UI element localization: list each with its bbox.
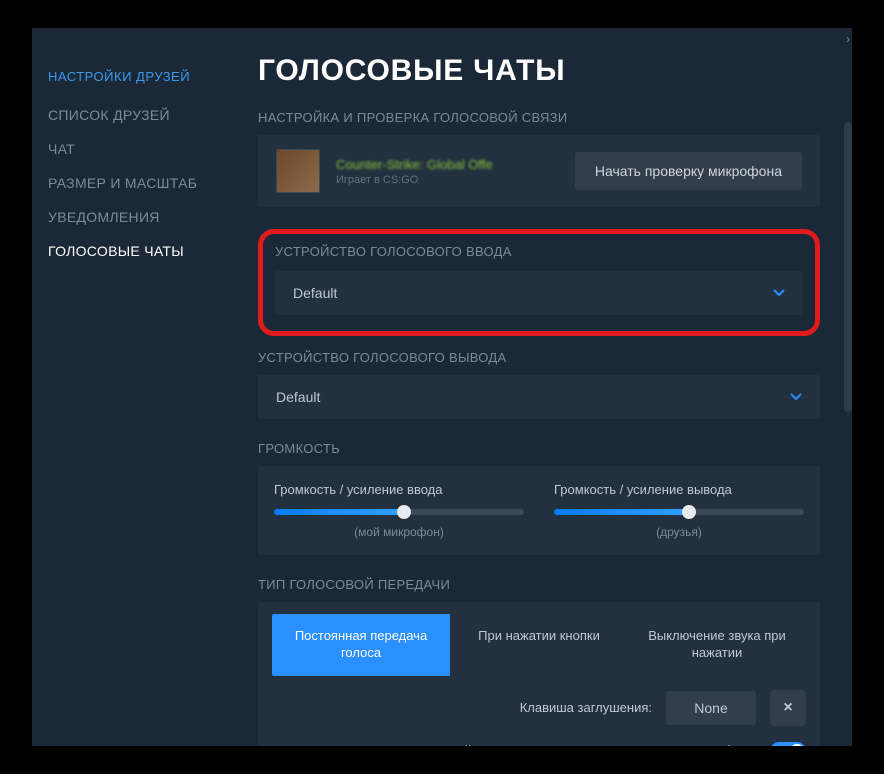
- input-gain-slider[interactable]: [274, 509, 524, 515]
- sidebar-item-size-scale[interactable]: РАЗМЕР И МАСШТАБ: [48, 166, 242, 200]
- input-device-dropdown[interactable]: Default: [275, 271, 803, 315]
- scrollbar[interactable]: [844, 122, 852, 412]
- output-device-value: Default: [276, 389, 320, 405]
- voice-test-panel: Counter-Strike: Global Offe Играет в CS:…: [258, 135, 820, 207]
- close-icon: ×: [783, 699, 792, 717]
- input-device-section-label: УСТРОЙСТВО ГОЛОСОВОГО ВВОДА: [275, 244, 803, 259]
- input-gain-label: Громкость / усиление ввода: [274, 482, 524, 497]
- mute-key-label: Клавиша заглушения:: [520, 700, 652, 715]
- sidebar-item-friends-list[interactable]: СПИСОК ДРУЗЕЙ: [48, 98, 242, 132]
- output-device-section-label: УСТРОЙСТВО ГОЛОСОВОГО ВЫВОДА: [258, 350, 820, 365]
- output-device-dropdown[interactable]: Default: [258, 375, 820, 419]
- game-name: Counter-Strike: Global Offe: [336, 157, 493, 172]
- transmission-tabs: Постоянная передача голоса При нажатии к…: [272, 614, 806, 676]
- tab-open-mic[interactable]: Постоянная передача голоса: [272, 614, 450, 676]
- sound-toggle[interactable]: [770, 742, 806, 746]
- voice-test-section-label: НАСТРОЙКА И ПРОВЕРКА ГОЛОСОВОЙ СВЯЗИ: [258, 110, 820, 125]
- sidebar-item-notifications[interactable]: УВЕДОМЛЕНИЯ: [48, 200, 242, 234]
- sidebar-item-voice-chats[interactable]: ГОЛОСОВЫЕ ЧАТЫ: [48, 234, 242, 268]
- input-gain-hint: (мой микрофон): [274, 525, 524, 539]
- output-gain-label: Громкость / усиление вывода: [554, 482, 804, 497]
- sound-toggle-label: Воспроизводить короткий звук при включен…: [272, 743, 756, 746]
- volume-panel: Громкость / усиление ввода (мой микрофон…: [258, 466, 820, 555]
- volume-section-label: ГРОМКОСТЬ: [258, 441, 820, 456]
- tab-push-to-talk[interactable]: При нажатии кнопки: [450, 614, 628, 676]
- sidebar: НАСТРОЙКИ ДРУЗЕЙ СПИСОК ДРУЗЕЙ ЧАТ РАЗМЕ…: [32, 28, 242, 746]
- game-status: Играет в CS:GO: [336, 174, 493, 186]
- input-device-highlight: УСТРОЙСТВО ГОЛОСОВОГО ВВОДА Default: [258, 229, 820, 336]
- sidebar-header: НАСТРОЙКИ ДРУЗЕЙ: [48, 60, 242, 98]
- start-mic-test-button[interactable]: Начать проверку микрофона: [575, 152, 802, 190]
- output-gain-hint: (друзья): [554, 525, 804, 539]
- mute-key-input[interactable]: None: [666, 691, 756, 725]
- input-device-value: Default: [293, 285, 337, 301]
- clear-mute-key-button[interactable]: ×: [770, 690, 806, 726]
- main-content: ГОЛОСОВЫЕ ЧАТЫ НАСТРОЙКА И ПРОВЕРКА ГОЛО…: [242, 28, 852, 746]
- transmission-section-label: ТИП ГОЛОСОВОЙ ПЕРЕДАЧИ: [258, 577, 820, 592]
- settings-window: › НАСТРОЙКИ ДРУЗЕЙ СПИСОК ДРУЗЕЙ ЧАТ РАЗ…: [32, 28, 852, 746]
- chevron-down-icon: [773, 289, 785, 297]
- transmission-panel: Постоянная передача голоса При нажатии к…: [258, 602, 820, 746]
- chevron-down-icon: [790, 393, 802, 401]
- tab-push-to-mute[interactable]: Выключение звука при нажатии: [628, 614, 806, 676]
- sidebar-item-chat[interactable]: ЧАТ: [48, 132, 242, 166]
- page-title: ГОЛОСОВЫЕ ЧАТЫ: [258, 54, 820, 88]
- output-gain-slider[interactable]: [554, 509, 804, 515]
- avatar: [276, 149, 320, 193]
